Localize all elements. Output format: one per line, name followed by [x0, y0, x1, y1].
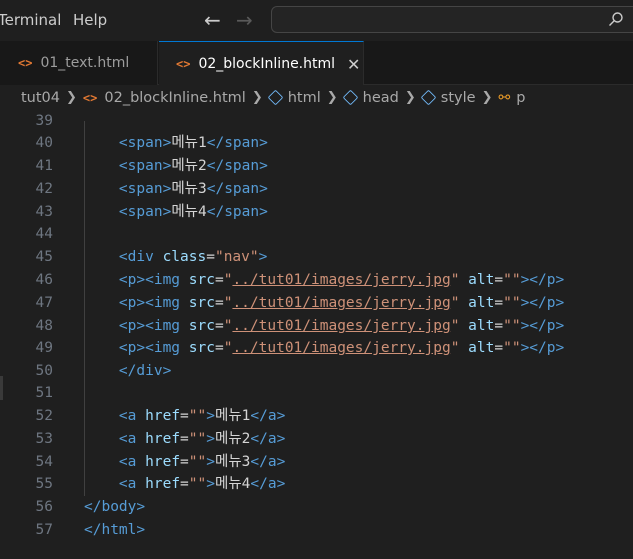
code-line: 51 [35, 385, 53, 401]
back-arrow-icon[interactable]: ← [204, 8, 221, 32]
breadcrumb-style[interactable]: style [441, 90, 476, 106]
code-line: 41 <span>메뉴2</span> [35, 158, 268, 174]
forward-arrow-icon[interactable]: → [236, 8, 253, 32]
tab-bar: <> 01_text.html <> 02_blockInline.html ✕ [0, 41, 633, 86]
element-icon [420, 89, 437, 106]
tab-label: 01_text.html [40, 55, 130, 71]
element-icon [342, 89, 358, 106]
code-line: 47 <p><img src="../tut01/images/jerry.jp… [35, 295, 565, 311]
code-line: 49 <p><img src="../tut01/images/jerry.jp… [35, 340, 565, 356]
menu-help[interactable]: Help [73, 11, 107, 29]
css-selector-icon: ⚯ [498, 89, 511, 106]
chevron-right-icon: ❯ [251, 90, 263, 105]
title-bar: Terminal Help ← → [0, 0, 633, 41]
code-line: 57 </html> [35, 522, 146, 538]
breadcrumb-html[interactable]: html [288, 90, 321, 106]
code-line: 55 <a href="">메뉴4</a> [35, 476, 286, 492]
tab-02-blockinline[interactable]: <> 02_blockInline.html ✕ [159, 41, 364, 86]
html-file-icon: <> [176, 57, 191, 71]
code-line: 54 <a href="">메뉴3</a> [35, 454, 286, 470]
chevron-right-icon: ❯ [326, 90, 338, 105]
code-line: 39 [35, 113, 53, 129]
tab-label: 02_blockInline.html [198, 56, 336, 72]
tab-01-text[interactable]: <> 01_text.html [0, 41, 158, 85]
chevron-right-icon: ❯ [66, 90, 77, 105]
code-line: 40 <span>메뉴1</span> [35, 135, 268, 151]
close-icon[interactable]: ✕ [347, 55, 360, 74]
search-icon [609, 12, 623, 26]
code-line: 48 <p><img src="../tut01/images/jerry.jp… [35, 318, 565, 334]
code-line: 46 <p><img src="../tut01/images/jerry.jp… [35, 272, 565, 288]
breadcrumb-folder[interactable]: tut04 [21, 90, 60, 106]
chevron-right-icon: ❯ [404, 90, 416, 105]
breadcrumb-head[interactable]: head [363, 90, 399, 106]
breadcrumb: tut04 ❯ <> 02_blockInline.html ❯ html ❯ … [0, 85, 633, 110]
code-line: 56 </body> [35, 499, 146, 515]
code-editor[interactable]: 39 40 <span>메뉴1</span> 41 <span>메뉴2</spa… [0, 110, 633, 559]
code-line: 43 <span>메뉴4</span> [35, 204, 268, 220]
element-icon [267, 89, 284, 106]
chevron-right-icon: ❯ [481, 90, 493, 105]
code-line: 42 <span>메뉴3</span> [35, 181, 268, 197]
code-line: 50 </div> [35, 363, 172, 379]
html-file-icon: <> [18, 56, 33, 70]
menu-terminal[interactable]: Terminal [0, 11, 61, 29]
command-center-search[interactable] [271, 6, 633, 33]
code-line: 45 <div class="nav"> [35, 249, 268, 265]
code-line: 52 <a href="">메뉴1</a> [35, 408, 286, 424]
breadcrumb-file[interactable]: 02_blockInline.html [104, 90, 245, 106]
html-file-icon: <> [82, 90, 98, 105]
code-line: 53 <a href="">메뉴2</a> [35, 431, 286, 447]
code-line: 44 [35, 226, 53, 242]
breadcrumb-p[interactable]: p [516, 90, 525, 106]
